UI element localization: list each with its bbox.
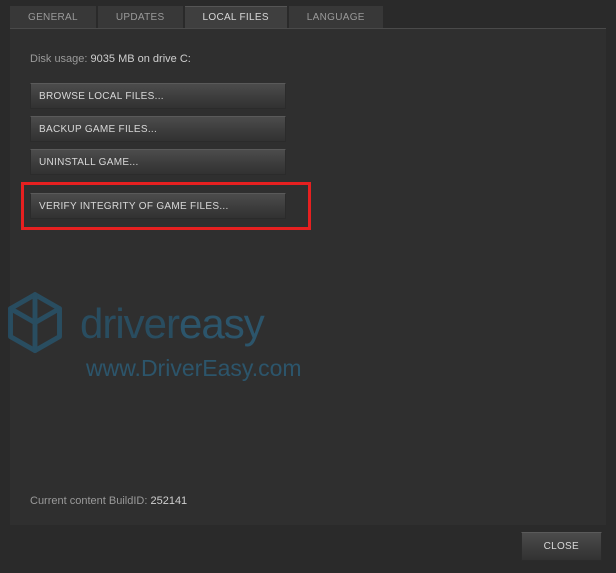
uninstall-game-button[interactable]: UNINSTALL GAME...: [30, 149, 286, 175]
disk-usage-text: Disk usage: 9035 MB on drive C:: [30, 53, 586, 65]
watermark-url: www.DriverEasy.com: [86, 355, 302, 382]
footer: CLOSE: [521, 532, 602, 561]
backup-game-files-button[interactable]: BACKUP GAME FILES...: [30, 116, 286, 142]
browse-local-files-button[interactable]: BROWSE LOCAL FILES...: [30, 83, 286, 109]
local-files-panel: Disk usage: 9035 MB on drive C: BROWSE L…: [10, 29, 606, 525]
build-id-value: 252141: [150, 495, 187, 507]
watermark-brand: drivereasy: [80, 300, 264, 348]
watermark: drivereasy www.DriverEasy.com: [0, 289, 302, 382]
disk-usage-label: Disk usage: [30, 53, 84, 65]
watermark-cube-icon: [0, 289, 70, 359]
verify-integrity-button[interactable]: VERIFY INTEGRITY OF GAME FILES...: [30, 193, 286, 219]
disk-usage-value: 9035 MB on drive C:: [91, 53, 191, 65]
build-id-text: Current content BuildID: 252141: [30, 495, 187, 507]
tab-updates[interactable]: UPDATES: [98, 6, 183, 28]
tab-local-files[interactable]: LOCAL FILES: [185, 6, 287, 28]
close-button[interactable]: CLOSE: [521, 532, 602, 561]
tab-language[interactable]: LANGUAGE: [289, 6, 383, 28]
highlight-annotation: VERIFY INTEGRITY OF GAME FILES...: [21, 182, 311, 230]
tab-general[interactable]: GENERAL: [10, 6, 96, 28]
tab-bar: GENERAL UPDATES LOCAL FILES LANGUAGE: [0, 0, 616, 28]
build-id-label: Current content BuildID: [30, 495, 144, 507]
